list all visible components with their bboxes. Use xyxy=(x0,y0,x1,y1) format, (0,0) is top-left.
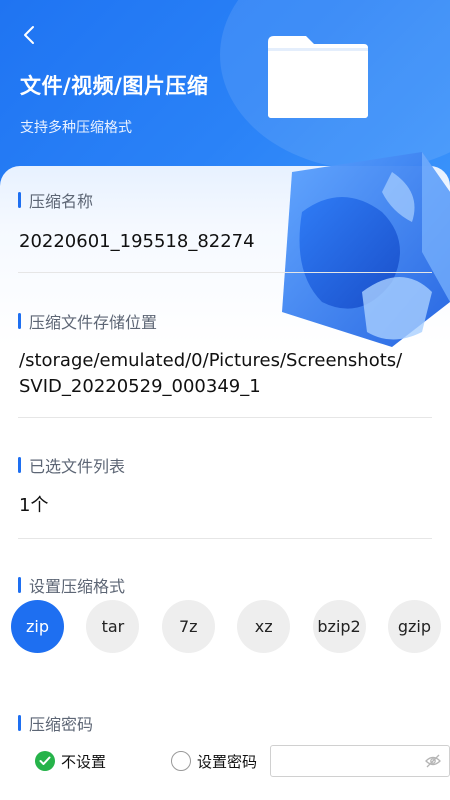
chevron-left-icon xyxy=(24,26,34,44)
divider xyxy=(18,417,432,418)
divider xyxy=(18,272,432,273)
password-field[interactable] xyxy=(270,745,450,777)
back-button[interactable] xyxy=(14,20,44,50)
divider xyxy=(18,538,432,539)
password-label: 压缩密码 xyxy=(18,711,93,735)
selected-files-label: 已选文件列表 xyxy=(18,453,125,477)
compress-name-value[interactable]: 20220601_195518_82274 xyxy=(19,229,420,255)
format-option-zip[interactable]: zip xyxy=(11,600,64,653)
folder-icon xyxy=(268,36,368,118)
radio-unchecked[interactable] xyxy=(171,751,191,771)
password-option-none[interactable]: 不设置 xyxy=(35,746,106,776)
format-option-bzip2[interactable]: bzip2 xyxy=(312,600,366,653)
eye-off-icon[interactable] xyxy=(425,754,441,768)
password-input[interactable] xyxy=(271,746,421,776)
format-options: zip tar 7z xz bzip2 gzip xyxy=(11,600,441,654)
check-icon xyxy=(39,756,51,765)
format-option-xz[interactable]: xz xyxy=(237,600,291,653)
format-label: 设置压缩格式 xyxy=(18,573,125,597)
format-option-tar[interactable]: tar xyxy=(86,600,140,653)
page-title: 文件/视频/图片压缩 xyxy=(20,74,209,98)
selected-files-count[interactable]: 1个 xyxy=(19,493,420,519)
radio-checked[interactable] xyxy=(35,751,55,771)
password-option-set[interactable]: 设置密码 xyxy=(171,746,257,776)
format-option-gzip[interactable]: gzip xyxy=(387,600,441,653)
format-option-7z[interactable]: 7z xyxy=(161,600,215,653)
compress-name-label: 压缩名称 xyxy=(18,188,93,212)
storage-location-value[interactable]: /storage/emulated/0/Pictures/Screenshots… xyxy=(19,348,420,400)
storage-location-label: 压缩文件存储位置 xyxy=(18,309,157,333)
page-subtitle: 支持多种压缩格式 xyxy=(20,120,132,136)
